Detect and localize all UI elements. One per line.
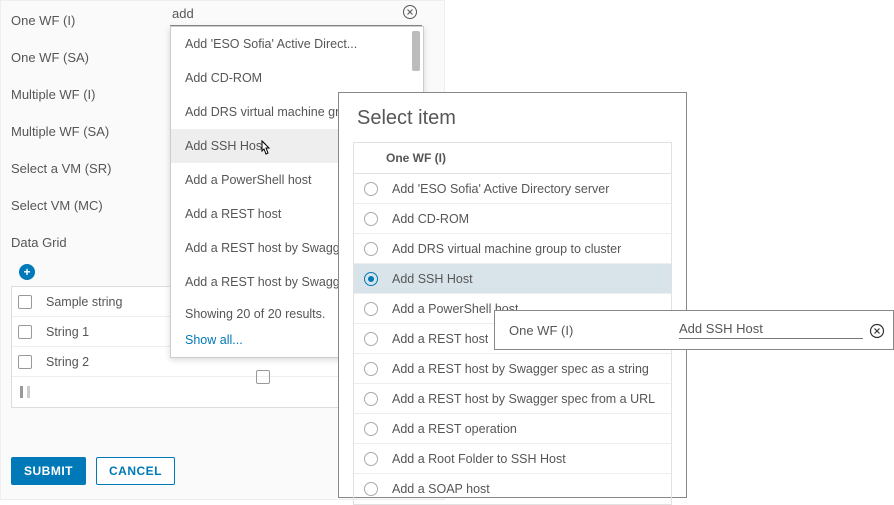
dialog-option[interactable]: Add SSH Host: [354, 264, 671, 294]
radio-icon: [364, 392, 378, 406]
add-circle-icon[interactable]: +: [19, 264, 35, 280]
chip-label: One WF (I): [509, 323, 679, 338]
radio-icon: [364, 182, 378, 196]
dialog-option[interactable]: Add a REST operation: [354, 414, 671, 444]
radio-icon: [364, 422, 378, 436]
cell: String 1: [46, 325, 89, 339]
ac-option[interactable]: Add 'ESO Sofia' Active Direct...: [171, 27, 423, 61]
option-label: Add a REST operation: [392, 422, 517, 436]
radio-icon: [364, 362, 378, 376]
submit-button[interactable]: SUBMIT: [11, 457, 86, 485]
dialog-option[interactable]: Add a REST host by Swagger spec as a str…: [354, 354, 671, 384]
row-checkbox[interactable]: [18, 325, 32, 339]
option-label: Add a REST host by Swagger spec as a str…: [392, 362, 649, 376]
dialog-option[interactable]: Add a REST host by Swagger spec from a U…: [354, 384, 671, 414]
dialog-title: Select item: [339, 93, 686, 142]
ac-option[interactable]: Add CD-ROM: [171, 61, 423, 95]
cancel-button[interactable]: CANCEL: [96, 457, 175, 485]
option-label: Add a SOAP host: [392, 482, 490, 496]
radio-icon: [364, 212, 378, 226]
chip-value-field[interactable]: Add SSH Host: [679, 321, 863, 339]
option-label: Add DRS virtual machine group to cluster: [392, 242, 621, 256]
column-header: Sample string: [46, 295, 122, 309]
clear-icon[interactable]: [402, 4, 418, 20]
cell: String 2: [46, 355, 89, 369]
radio-icon: [364, 482, 378, 496]
option-label: Add a REST host by Swagger spec from a U…: [392, 392, 655, 406]
chip-value: Add SSH Host: [679, 321, 763, 336]
option-label: Add a Root Folder to SSH Host: [392, 452, 566, 466]
ac-option-label: Add SSH Host: [185, 139, 266, 153]
radio-icon: [364, 452, 378, 466]
dialog-option[interactable]: Add a Root Folder to SSH Host: [354, 444, 671, 474]
radio-icon: [364, 242, 378, 256]
scrollbar-thumb[interactable]: [412, 31, 420, 71]
dialog-option[interactable]: Add CD-ROM: [354, 204, 671, 234]
radio-icon: [364, 302, 378, 316]
option-label: Add SSH Host: [392, 272, 473, 286]
form-actions: SUBMIT CANCEL: [11, 457, 175, 485]
dialog-list-header: One WF (I): [354, 143, 671, 174]
option-label: Add a REST host: [392, 332, 488, 346]
dialog-option[interactable]: Add 'ESO Sofia' Active Directory server: [354, 174, 671, 204]
selection-chip: One WF (I) Add SSH Host: [494, 310, 894, 350]
select-item-dialog: Select item One WF (I) Add 'ESO Sofia' A…: [338, 92, 687, 498]
option-label: Add 'ESO Sofia' Active Directory server: [392, 182, 609, 196]
standalone-checkbox[interactable]: [256, 370, 270, 384]
close-icon[interactable]: [869, 323, 885, 339]
workflow-search-input[interactable]: [170, 4, 422, 26]
row-checkbox[interactable]: [18, 355, 32, 369]
select-all-checkbox[interactable]: [18, 295, 32, 309]
option-label: Add CD-ROM: [392, 212, 469, 226]
radio-icon: [364, 272, 378, 286]
radio-icon: [364, 332, 378, 346]
dialog-option[interactable]: Add DRS virtual machine group to cluster: [354, 234, 671, 264]
column-toggle-icon[interactable]: [20, 386, 30, 398]
